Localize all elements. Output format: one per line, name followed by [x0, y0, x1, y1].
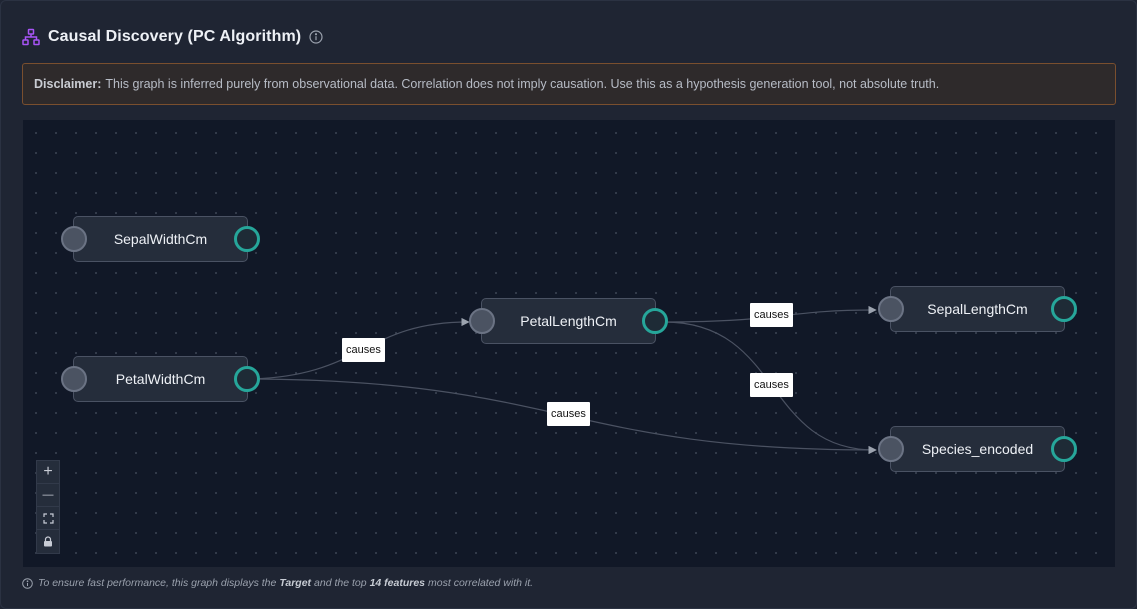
- node-label: Species_encoded: [921, 441, 1034, 457]
- fit-view-button[interactable]: [37, 507, 59, 530]
- footer-middle: and the top: [314, 577, 367, 589]
- disclaimer-text: This graph is inferred purely from obser…: [105, 77, 940, 91]
- graph-node-species-encoded[interactable]: Species_encoded: [878, 426, 1077, 472]
- graph-node-petallengthcm[interactable]: PetalLengthCm: [469, 298, 668, 344]
- edge-label: causes: [750, 373, 793, 397]
- node-label: PetalWidthCm: [115, 371, 206, 387]
- performance-note: To ensure fast performance, this graph d…: [22, 576, 533, 590]
- lock-icon: [44, 536, 52, 547]
- graph-canvas[interactable]: SepalWidthCm PetalWidthCm PetalLengthCm …: [23, 120, 1115, 567]
- zoom-in-button[interactable]: +: [37, 461, 59, 484]
- disclaimer-label: Disclaimer:: [34, 77, 102, 91]
- panel-header: Causal Discovery (PC Algorithm): [22, 25, 323, 49]
- fit-view-icon: [42, 512, 54, 524]
- output-handle[interactable]: [1051, 296, 1077, 322]
- output-handle[interactable]: [234, 226, 260, 252]
- footer-count: 14 features: [369, 577, 426, 589]
- graph-controls: + —: [36, 460, 60, 554]
- node-label: SepalWidthCm: [113, 231, 208, 247]
- edge-label: causes: [547, 402, 590, 426]
- graph-node-sepallengthcm[interactable]: SepalLengthCm: [878, 286, 1077, 332]
- footer-target: Target: [279, 577, 312, 589]
- disclaimer-banner: Disclaimer: This graph is inferred purel…: [22, 63, 1116, 105]
- input-handle[interactable]: [469, 308, 495, 334]
- output-handle[interactable]: [642, 308, 668, 334]
- node-label: PetalLengthCm: [520, 313, 617, 329]
- zoom-out-button[interactable]: —: [37, 484, 59, 507]
- output-handle[interactable]: [234, 366, 260, 392]
- page-title: Causal Discovery (PC Algorithm): [48, 28, 302, 45]
- edge-label: causes: [750, 303, 793, 327]
- input-handle[interactable]: [878, 436, 904, 462]
- info-icon: [22, 577, 33, 589]
- minus-icon: —: [42, 489, 54, 501]
- output-handle[interactable]: [1051, 436, 1077, 462]
- causal-discovery-panel: Causal Discovery (PC Algorithm) Disclaim…: [0, 0, 1137, 609]
- input-handle[interactable]: [61, 226, 87, 252]
- info-icon[interactable]: [309, 30, 323, 44]
- footer-suffix: most correlated with it.: [428, 577, 534, 589]
- plus-icon: +: [43, 463, 53, 480]
- edge-label: causes: [342, 338, 385, 362]
- lock-button[interactable]: [37, 530, 59, 553]
- input-handle[interactable]: [61, 366, 87, 392]
- node-label: SepalLengthCm: [927, 301, 1028, 317]
- graph-node-petalwidthcm[interactable]: PetalWidthCm: [61, 356, 260, 402]
- graph-icon: [22, 28, 40, 46]
- footer-prefix: To ensure fast performance, this graph d…: [38, 577, 277, 589]
- input-handle[interactable]: [878, 296, 904, 322]
- graph-node-sepalwidthcm[interactable]: SepalWidthCm: [61, 216, 260, 262]
